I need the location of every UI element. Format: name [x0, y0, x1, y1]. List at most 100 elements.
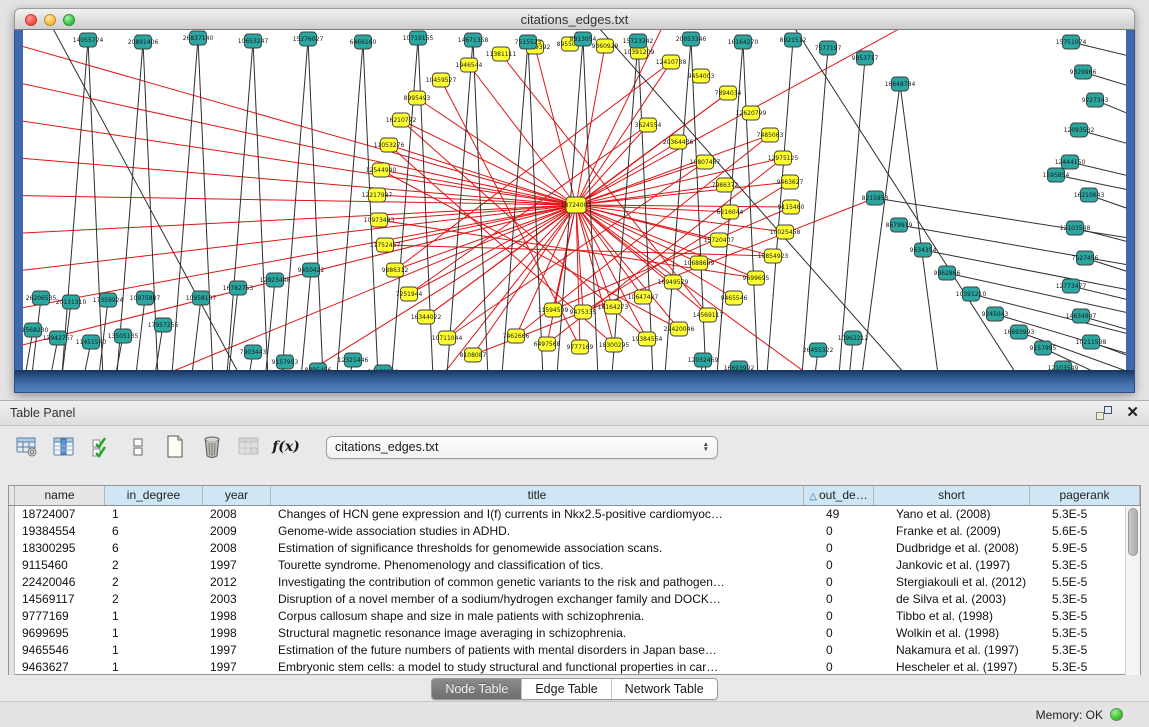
table-cell[interactable]: Yano et al. (2008)	[889, 506, 1045, 523]
network-node[interactable]: 10711044	[432, 331, 463, 345]
column-header-name[interactable]: name	[15, 486, 105, 505]
zoom-window-button[interactable]	[63, 14, 75, 26]
network-node[interactable]: 6466160	[350, 35, 377, 49]
function-builder-icon[interactable]: f(x)	[273, 434, 299, 460]
network-node[interactable]: 9699695	[743, 271, 770, 285]
show-columns-icon[interactable]	[51, 434, 77, 460]
network-node[interactable]: 1595854	[1043, 168, 1070, 182]
network-node[interactable]: 20891406	[128, 35, 159, 49]
network-node[interactable]: 26206535	[26, 291, 57, 305]
network-node[interactable]: 12103548	[1060, 221, 1091, 235]
table-cell[interactable]: Changes of HCN gene expression and I(f) …	[271, 506, 819, 523]
network-node[interactable]: 10211538	[1076, 335, 1107, 349]
close-panel-icon[interactable]: ✕	[1126, 406, 1139, 420]
table-cell[interactable]: Disruption of a novel member of a sodium…	[271, 591, 819, 608]
network-node[interactable]: 9245043	[982, 307, 1009, 321]
network-node[interactable]: 10975887	[130, 291, 161, 305]
network-node[interactable]: 12032469	[688, 353, 719, 367]
network-node[interactable]: 14055724	[73, 33, 104, 47]
network-node[interactable]: 7903443	[240, 345, 267, 359]
table-cell[interactable]: 2009	[203, 523, 271, 540]
table-cell[interactable]: 6	[105, 523, 203, 540]
network-node[interactable]: 10459527	[426, 73, 457, 87]
table-cell[interactable]: 1998	[203, 608, 271, 625]
create-table-icon[interactable]	[162, 434, 188, 460]
network-node[interactable]: 13505135	[108, 329, 139, 343]
network-node[interactable]: 17359924	[93, 293, 124, 307]
network-node[interactable]: 10653247	[238, 34, 269, 48]
network-node[interactable]: 10719155	[403, 31, 434, 45]
network-node[interactable]: 18300295	[599, 338, 630, 352]
network-node[interactable]: 8995493	[404, 91, 431, 105]
network-node[interactable]: 6497568	[534, 337, 561, 351]
table-cell[interactable]: 1	[105, 608, 203, 625]
network-node[interactable]: 15276027	[293, 32, 324, 46]
network-node[interactable]: 16648784	[885, 77, 916, 91]
network-node[interactable]: 14671358	[458, 33, 489, 47]
table-cell[interactable]: Investigating the contribution of common…	[271, 574, 819, 591]
network-node[interactable]: 7485063	[757, 128, 784, 142]
delete-table-icon[interactable]	[199, 434, 225, 460]
table-cell[interactable]: 14569117	[15, 591, 105, 608]
table-cell[interactable]: 0	[819, 557, 889, 574]
table-cell[interactable]: 9777169	[15, 608, 105, 625]
table-cell[interactable]: 2	[105, 557, 203, 574]
network-node[interactable]: 8108087	[460, 348, 487, 362]
table-cell[interactable]: Estimation of the future numbers of pati…	[271, 642, 819, 659]
table-cell[interactable]: Hescheler et al. (1997)	[889, 659, 1045, 675]
network-node[interactable]: 19854923	[758, 249, 789, 263]
table-row[interactable]: 1938455462009Genome-wide association stu…	[9, 523, 1140, 540]
table-cell[interactable]: Embryonic stem cells: a model to study s…	[271, 659, 819, 675]
table-row[interactable]: 946554611997Estimation of the future num…	[9, 642, 1140, 659]
table-cell[interactable]: Nakamura et al. (1997)	[889, 642, 1045, 659]
network-node[interactable]: 7462666	[503, 329, 530, 343]
network-node[interactable]: 11752457	[370, 238, 401, 252]
table-cell[interactable]: Corpus callosum shape and size in male p…	[271, 608, 819, 625]
column-header-pagerank[interactable]: pagerank	[1030, 486, 1140, 505]
table-cell[interactable]: 0	[819, 574, 889, 591]
table-cell[interactable]: 2012	[203, 574, 271, 591]
network-node[interactable]: 1946544	[456, 58, 483, 72]
network-node[interactable]: 3624554	[635, 118, 662, 132]
table-row[interactable]: 1456911722003Disruption of a novel membe…	[9, 591, 1140, 608]
network-node[interactable]: 16693993	[1004, 325, 1035, 339]
network-node[interactable]: 26455322	[803, 343, 834, 357]
network-node[interactable]: 11381111	[486, 47, 517, 61]
table-cell[interactable]: 2003	[203, 591, 271, 608]
network-node[interactable]: 7577197	[815, 41, 842, 55]
column-header-in_degree[interactable]: in_degree	[105, 486, 203, 505]
table-cell[interactable]: 18300295	[15, 540, 105, 557]
network-node[interactable]: 9634354	[910, 243, 937, 257]
network-node[interactable]: 7527456	[1072, 251, 1099, 265]
network-node[interactable]: 9465546	[721, 291, 748, 305]
table-cell[interactable]: Tourette syndrome. Phenomenology and cla…	[271, 557, 819, 574]
table-row[interactable]: 1872400712008Changes of HCN gene express…	[9, 506, 1140, 523]
table-cell[interactable]: 18724007	[15, 506, 105, 523]
table-cell[interactable]: 2008	[203, 506, 271, 523]
network-node[interactable]: 16344022	[411, 310, 442, 324]
table-row[interactable]: 1830029562008Estimation of significance …	[9, 540, 1140, 557]
network-node[interactable]: 9777169	[567, 340, 594, 354]
network-node[interactable]: 9463627	[777, 175, 804, 189]
network-node[interactable]: 10647427	[628, 290, 659, 304]
table-cell[interactable]: 1	[105, 625, 203, 642]
network-node[interactable]: 9475335	[570, 305, 597, 319]
table-cell[interactable]: 1997	[203, 557, 271, 574]
network-node[interactable]: 12410738	[656, 55, 687, 69]
network-node[interactable]: 12321446	[338, 353, 369, 367]
tab-edge-table[interactable]: Edge Table	[522, 679, 611, 699]
table-cell[interactable]: Estimation of significance thresholds fo…	[271, 540, 819, 557]
table-cell[interactable]: 2	[105, 591, 203, 608]
column-header-short[interactable]: short	[874, 486, 1030, 505]
network-node[interactable]: 16164270	[728, 35, 759, 49]
table-cell[interactable]: 2008	[203, 540, 271, 557]
network-node[interactable]: 9862866	[934, 266, 961, 280]
network-node[interactable]: 9886312	[382, 263, 409, 277]
network-node[interactable]: 19384554	[632, 332, 663, 346]
table-cell[interactable]: Stergiakouli et al. (2012)	[889, 574, 1045, 591]
table-options-icon[interactable]	[14, 434, 40, 460]
network-node[interactable]: 12444150	[1055, 155, 1086, 169]
table-cell[interactable]: Wolkin et al. (1998)	[889, 625, 1045, 642]
table-cell[interactable]: Structural magnetic resonance image aver…	[271, 625, 819, 642]
network-node[interactable]: 9115460	[778, 200, 805, 214]
